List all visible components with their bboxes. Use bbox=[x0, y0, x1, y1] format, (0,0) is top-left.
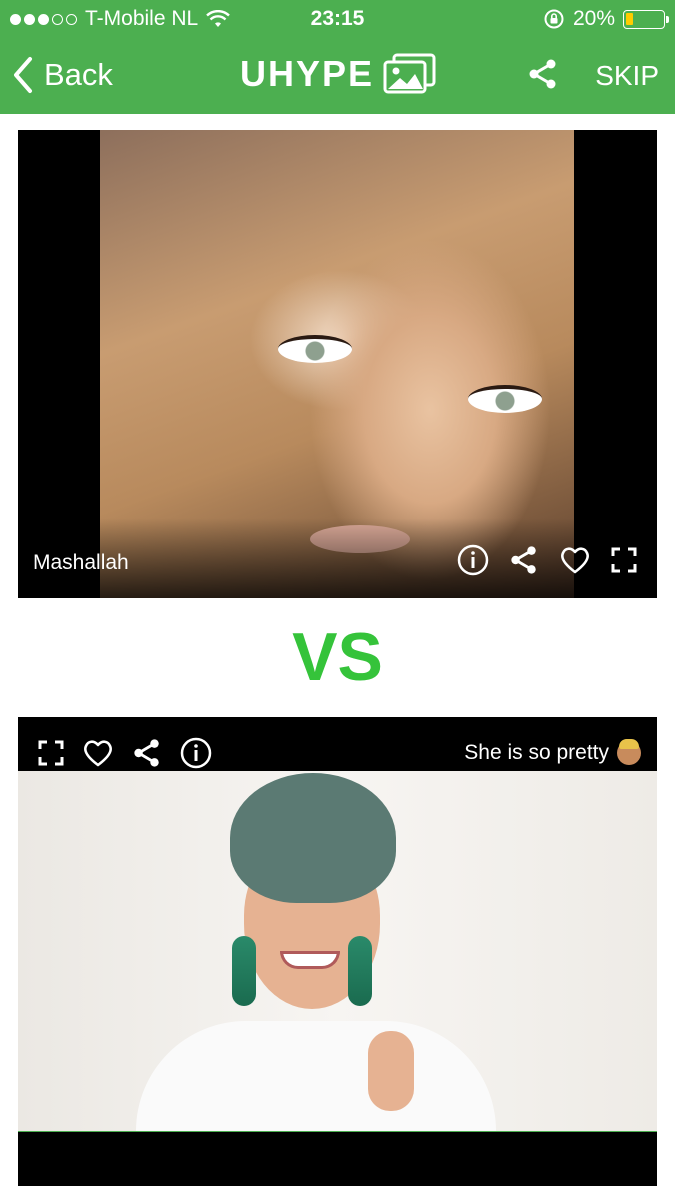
back-label: Back bbox=[44, 57, 113, 92]
battery-icon bbox=[623, 9, 669, 29]
heart-icon[interactable] bbox=[82, 738, 114, 768]
card-2-caption: She is so pretty bbox=[464, 741, 609, 764]
card-1-caption: Mashallah bbox=[33, 551, 129, 574]
share-icon[interactable] bbox=[132, 738, 162, 768]
versus-label: VS bbox=[292, 619, 383, 695]
header-share-button[interactable] bbox=[527, 58, 559, 95]
nav-bar: Back UHYPE SKIP bbox=[0, 38, 675, 114]
card-2-bottom-bar bbox=[18, 1131, 657, 1186]
fullscreen-icon[interactable] bbox=[611, 547, 637, 573]
status-right: 20% bbox=[543, 7, 669, 31]
eye-shape bbox=[468, 385, 542, 413]
skip-button[interactable]: SKIP bbox=[595, 60, 659, 92]
clothing-shape bbox=[136, 1021, 496, 1131]
fullscreen-icon[interactable] bbox=[38, 740, 64, 766]
princess-emoji-icon bbox=[617, 739, 641, 765]
contestant-card-2[interactable]: She is so pretty bbox=[18, 717, 657, 1186]
app-header: T-Mobile NL 23:15 20% Back UHYPE SKIP bbox=[0, 0, 675, 114]
app-logo: UHYPE bbox=[240, 52, 438, 96]
contestant-photo-2[interactable] bbox=[18, 771, 657, 1131]
logo-text: UHYPE bbox=[240, 53, 375, 94]
contestant-card-1[interactable]: Mashallah bbox=[18, 130, 657, 598]
earring-shape bbox=[232, 936, 256, 1006]
screen: T-Mobile NL 23:15 20% Back UHYPE SKIP Ma… bbox=[0, 0, 675, 1200]
card-2-top-bar: She is so pretty bbox=[18, 717, 657, 771]
share-icon[interactable] bbox=[509, 545, 539, 575]
battery-percent: 20% bbox=[572, 7, 615, 30]
back-button[interactable]: Back bbox=[12, 56, 113, 94]
smile-shape bbox=[280, 951, 340, 969]
rotation-lock-icon bbox=[544, 9, 564, 29]
photos-icon bbox=[383, 53, 436, 94]
card-2-actions bbox=[38, 737, 212, 769]
status-bar: T-Mobile NL 23:15 20% bbox=[0, 0, 675, 38]
turban-shape bbox=[230, 773, 396, 903]
card-1-actions bbox=[457, 544, 637, 576]
battery-fill bbox=[626, 12, 633, 25]
chevron-left-icon bbox=[14, 57, 32, 93]
eye-shape bbox=[278, 335, 352, 363]
info-icon[interactable] bbox=[457, 544, 489, 576]
heart-icon[interactable] bbox=[559, 545, 591, 575]
earring-shape bbox=[348, 936, 372, 1006]
card-2-caption-group: She is so pretty bbox=[464, 739, 641, 765]
info-icon[interactable] bbox=[180, 737, 212, 769]
share-icon bbox=[529, 59, 556, 89]
hand-shape bbox=[368, 1031, 414, 1111]
